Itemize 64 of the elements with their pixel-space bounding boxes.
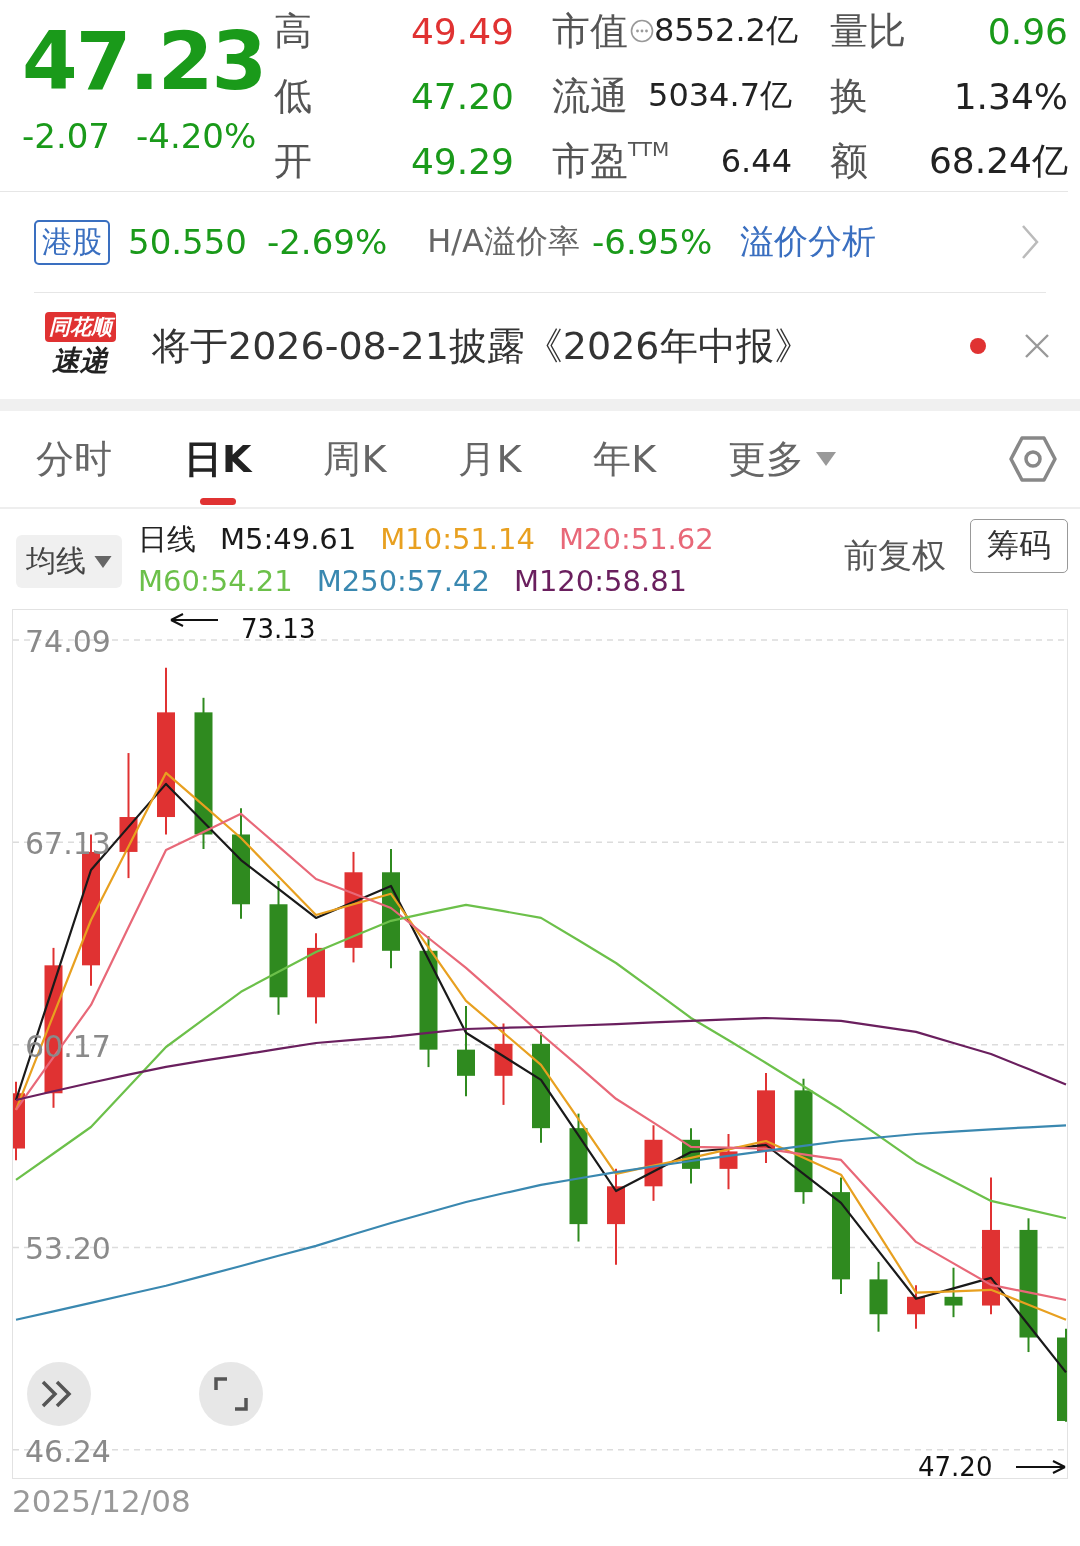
period-label: 日线	[138, 521, 196, 558]
hk-price: 50.550	[128, 222, 247, 262]
premium-value: -6.95%	[592, 222, 713, 262]
stat-label: 额	[830, 137, 868, 185]
price-change-percent: -4.20%	[136, 116, 257, 156]
moving-average-value: M60:54.21	[138, 563, 293, 600]
more-icon[interactable]	[630, 19, 654, 43]
price-adjust-option[interactable]: 前复权	[844, 533, 946, 579]
candlestick	[682, 1127, 700, 1185]
stat-label: 高	[274, 7, 312, 55]
settings-icon[interactable]	[1008, 434, 1058, 484]
close-icon[interactable]	[1024, 333, 1050, 359]
chart-tab[interactable]: 月K	[458, 411, 522, 507]
price-axis-label: 74.09	[25, 623, 111, 659]
candlestick	[944, 1266, 963, 1319]
stat-label: 市盈$^{TTM}$	[552, 135, 670, 185]
low-price-marker: 47.20	[918, 1452, 993, 1478]
stat-value: 6.44	[720, 142, 792, 180]
chart-tab[interactable]: 日K	[184, 411, 252, 507]
stat-label: 流通	[552, 72, 628, 120]
stat-label: 市值	[552, 7, 628, 55]
hk-change-percent: -2.69%	[266, 222, 388, 262]
arrow	[170, 613, 219, 627]
market-tag: 港股	[34, 219, 110, 265]
moving-average-value: M250:57.42	[316, 563, 490, 600]
caret-icon	[816, 452, 837, 466]
high-price-marker: 73.13	[241, 614, 316, 644]
chip-distribution-button[interactable]: 筹码	[970, 519, 1068, 573]
price-axis-label: 46.24	[25, 1433, 111, 1469]
price-axis-label: 53.20	[25, 1231, 111, 1267]
stat-value: 68.24亿	[928, 138, 1068, 183]
stat-value: 49.49	[410, 10, 514, 52]
price-change: -2.07	[22, 116, 110, 156]
chart-tab[interactable]: 年K	[593, 411, 657, 507]
premium-label: H/A溢价率	[427, 221, 580, 262]
stat-label: 开	[274, 137, 312, 185]
moving-average-dropdown[interactable]: 均线	[16, 535, 122, 588]
stat-value: 1.34%	[953, 75, 1068, 117]
chart-tab[interactable]: 周K	[323, 411, 387, 507]
stat-label: 换	[830, 72, 868, 120]
moving-average-value: M5:49.61	[220, 521, 357, 558]
stat-label: 量比	[830, 7, 906, 55]
stat-value: 0.96	[987, 10, 1068, 52]
moving-average-value: M120:58.81	[513, 563, 688, 600]
stat-value: 47.20	[410, 75, 514, 117]
candlestick	[719, 1133, 738, 1191]
stat-value: 49.29	[410, 140, 514, 182]
chevron-right-icon[interactable]	[1020, 224, 1040, 260]
arrow	[1015, 1460, 1066, 1474]
chart-tab[interactable]: 更多	[728, 411, 837, 507]
stat-value: 5034.7亿	[648, 75, 792, 116]
candlestick	[907, 1284, 925, 1330]
corner-brackets-icon	[213, 1376, 249, 1412]
news-logo: 同花顺 速递	[38, 312, 122, 380]
stock-price: 47.23	[22, 14, 267, 110]
caret-icon	[94, 555, 112, 568]
premium-analysis-link[interactable]: 溢价分析	[740, 219, 877, 265]
chart-start-date: 2025/12/08	[12, 1483, 191, 1519]
moving-average-value: M10:51.14	[380, 521, 535, 558]
chart-tab[interactable]: 分时	[36, 411, 112, 507]
stat-label: 低	[274, 72, 312, 120]
stat-value: 8552.2亿	[654, 10, 798, 51]
moving-average-value: M20:51.62	[559, 521, 714, 558]
news-text[interactable]: 将于2026-08-21披露《2026年中报》	[152, 320, 812, 372]
